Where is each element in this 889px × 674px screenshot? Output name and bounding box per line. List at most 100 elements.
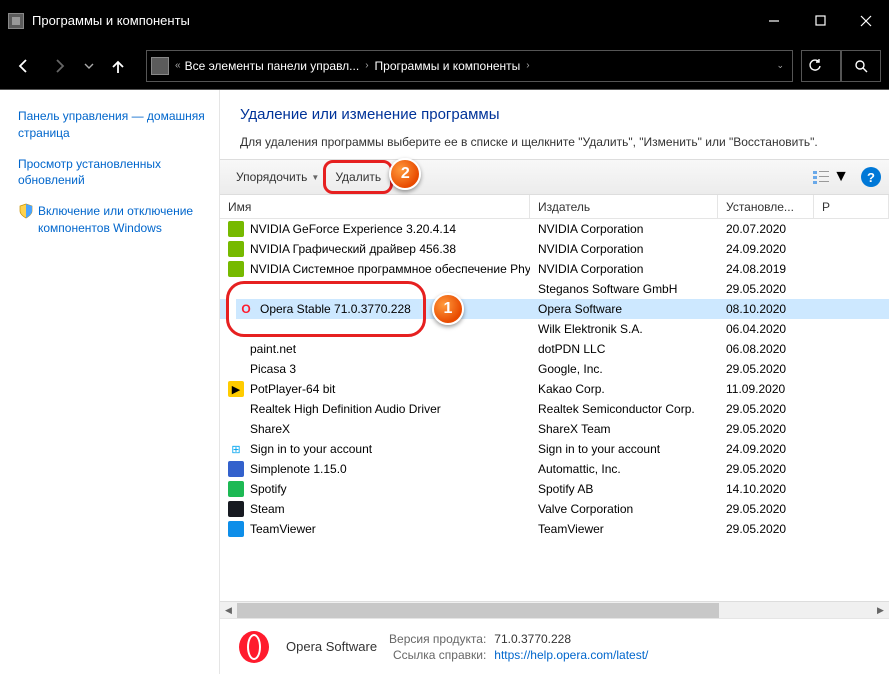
- list-item[interactable]: ⊞ Sign in to your account Sign in to your …: [220, 439, 889, 459]
- program-date: 14.10.2020: [718, 482, 814, 496]
- main-panel: Удаление или изменение программы Для уда…: [220, 90, 889, 674]
- shield-icon: [18, 203, 34, 219]
- chevron-down-icon: ▼: [833, 168, 849, 186]
- program-date: 29.05.2020: [718, 522, 814, 536]
- maximize-button[interactable]: [797, 0, 843, 41]
- forward-button[interactable]: [44, 50, 76, 82]
- annotation-callout: 2: [389, 158, 421, 190]
- details-vendor: Opera Software: [286, 639, 381, 654]
- view-button[interactable]: ▼: [807, 164, 855, 190]
- program-name: TeamViewer: [250, 522, 316, 536]
- program-icon: ⊞: [228, 441, 244, 457]
- window-icon: [8, 13, 24, 29]
- list-item[interactable]: Realtek High Definition Audio DriverReal…: [220, 399, 889, 419]
- program-publisher: Valve Corporation: [530, 502, 718, 516]
- program-date: 24.08.2019: [718, 262, 814, 276]
- address-bar[interactable]: « Все элементы панели управл... › Програ…: [146, 50, 793, 82]
- minimize-button[interactable]: [751, 0, 797, 41]
- list-item[interactable]: ShareXShareX Team29.05.2020: [220, 419, 889, 439]
- program-icon: [228, 361, 244, 377]
- list-item[interactable]: Simplenote 1.15.0Automattic, Inc.29.05.2…: [220, 459, 889, 479]
- toolbar: Упорядочить ▼ Удалить 2 ▼ ?: [220, 159, 889, 195]
- program-date: 20.07.2020: [718, 222, 814, 236]
- program-list[interactable]: Имя Издатель Установле... Р NVIDIA GeFor…: [220, 195, 889, 601]
- list-item[interactable]: NVIDIA GeForce Experience 3.20.4.14NVIDI…: [220, 219, 889, 239]
- search-box[interactable]: [841, 50, 881, 82]
- scroll-right-icon[interactable]: ▶: [872, 602, 889, 619]
- column-size[interactable]: Р: [814, 195, 889, 218]
- program-publisher: TeamViewer: [530, 522, 718, 536]
- horizontal-scrollbar[interactable]: ◀ ▶: [220, 601, 889, 618]
- program-date: 06.04.2020: [718, 322, 814, 336]
- program-publisher: Wilk Elektronik S.A.: [530, 322, 718, 336]
- page-title: Удаление или изменение программы: [240, 106, 869, 123]
- sidebar-link-features[interactable]: Включение или отключение компонентов Win…: [38, 203, 205, 237]
- sidebar-link-updates[interactable]: Просмотр установленных обновлений: [18, 156, 205, 190]
- sidebar: Панель управления — домашняя страница Пр…: [0, 90, 220, 674]
- program-date: 29.05.2020: [718, 362, 814, 376]
- breadcrumb-separator: ›: [365, 60, 368, 71]
- close-button[interactable]: [843, 0, 889, 41]
- program-publisher: dotPDN LLC: [530, 342, 718, 356]
- details-version-label: Версия продукта:: [389, 632, 486, 646]
- program-name: Sign in to your account: [250, 442, 372, 456]
- program-publisher: Steganos Software GmbH: [530, 282, 718, 296]
- program-icon: ▶: [228, 381, 244, 397]
- list-item[interactable]: SteamValve Corporation29.05.2020: [220, 499, 889, 519]
- breadcrumb-separator: ›: [526, 60, 529, 71]
- list-header: Имя Издатель Установле... Р: [220, 195, 889, 219]
- list-item[interactable]: NVIDIA Графический драйвер 456.38NVIDIA …: [220, 239, 889, 259]
- program-date: 29.05.2020: [718, 422, 814, 436]
- program-publisher: NVIDIA Corporation: [530, 222, 718, 236]
- column-installed[interactable]: Установле...: [718, 195, 814, 218]
- list-item[interactable]: NVIDIA Системное программное обеспечение…: [220, 259, 889, 279]
- back-button[interactable]: [8, 50, 40, 82]
- program-icon: [228, 521, 244, 537]
- program-publisher: Automattic, Inc.: [530, 462, 718, 476]
- up-button[interactable]: [102, 50, 134, 82]
- recent-button[interactable]: [80, 50, 98, 82]
- column-name[interactable]: Имя: [220, 195, 530, 218]
- program-date: 06.08.2020: [718, 342, 814, 356]
- program-icon: [228, 241, 244, 257]
- list-item[interactable]: Wilk Elektronik S.A.06.04.2020: [220, 319, 889, 339]
- list-item[interactable]: ▶PotPlayer-64 bitKakao Corp.11.09.2020: [220, 379, 889, 399]
- scroll-left-icon[interactable]: ◀: [220, 602, 237, 619]
- list-item[interactable]: Spotify Spotify AB14.10.2020: [220, 479, 889, 499]
- list-item[interactable]: OOpera Stable 71.0.3770.228Opera Softwar…: [220, 299, 889, 319]
- program-name: Picasa 3: [250, 362, 296, 376]
- list-item[interactable]: TeamViewerTeamViewer29.05.2020: [220, 519, 889, 539]
- program-publisher: Sign in to your account: [530, 442, 718, 456]
- address-dropdown-icon[interactable]: ⌄: [772, 60, 788, 71]
- program-icon: [228, 401, 244, 417]
- details-help-link[interactable]: https://help.opera.com/latest/: [494, 648, 648, 662]
- list-item[interactable]: paint.net dotPDN LLC06.08.2020: [220, 339, 889, 359]
- program-publisher: Opera Software: [530, 302, 718, 316]
- breadcrumb-item[interactable]: Программы и компоненты: [375, 59, 521, 73]
- program-icon: [228, 341, 244, 357]
- breadcrumb-item[interactable]: Все элементы панели управл...: [185, 59, 360, 73]
- program-publisher: Realtek Semiconductor Corp.: [530, 402, 718, 416]
- annotation-callout: 1: [432, 293, 464, 325]
- chevron-down-icon: ▼: [311, 173, 319, 182]
- program-name: Spotify: [250, 482, 287, 496]
- program-name: Steam: [250, 502, 285, 516]
- list-item[interactable]: Picasa 3Google, Inc.29.05.2020: [220, 359, 889, 379]
- details-version-value: 71.0.3770.228: [494, 632, 648, 646]
- details-help-label: Ссылка справки:: [389, 648, 486, 662]
- help-button[interactable]: ?: [861, 167, 881, 187]
- sidebar-link-home[interactable]: Панель управления — домашняя страница: [18, 108, 205, 142]
- column-publisher[interactable]: Издатель: [530, 195, 718, 218]
- program-date: 29.05.2020: [718, 402, 814, 416]
- program-name: Simplenote 1.15.0: [250, 462, 347, 476]
- refresh-button[interactable]: [801, 50, 841, 82]
- list-item[interactable]: Steganos Software GmbH29.05.2020: [220, 279, 889, 299]
- program-name: NVIDIA Графический драйвер 456.38: [250, 242, 456, 256]
- uninstall-button[interactable]: Удалить 2: [327, 166, 389, 188]
- program-name: paint.net: [250, 342, 296, 356]
- program-publisher: Spotify AB: [530, 482, 718, 496]
- program-icon: [228, 501, 244, 517]
- organize-button[interactable]: Упорядочить ▼: [228, 166, 327, 188]
- program-name: ShareX: [250, 422, 290, 436]
- program-date: 29.05.2020: [718, 282, 814, 296]
